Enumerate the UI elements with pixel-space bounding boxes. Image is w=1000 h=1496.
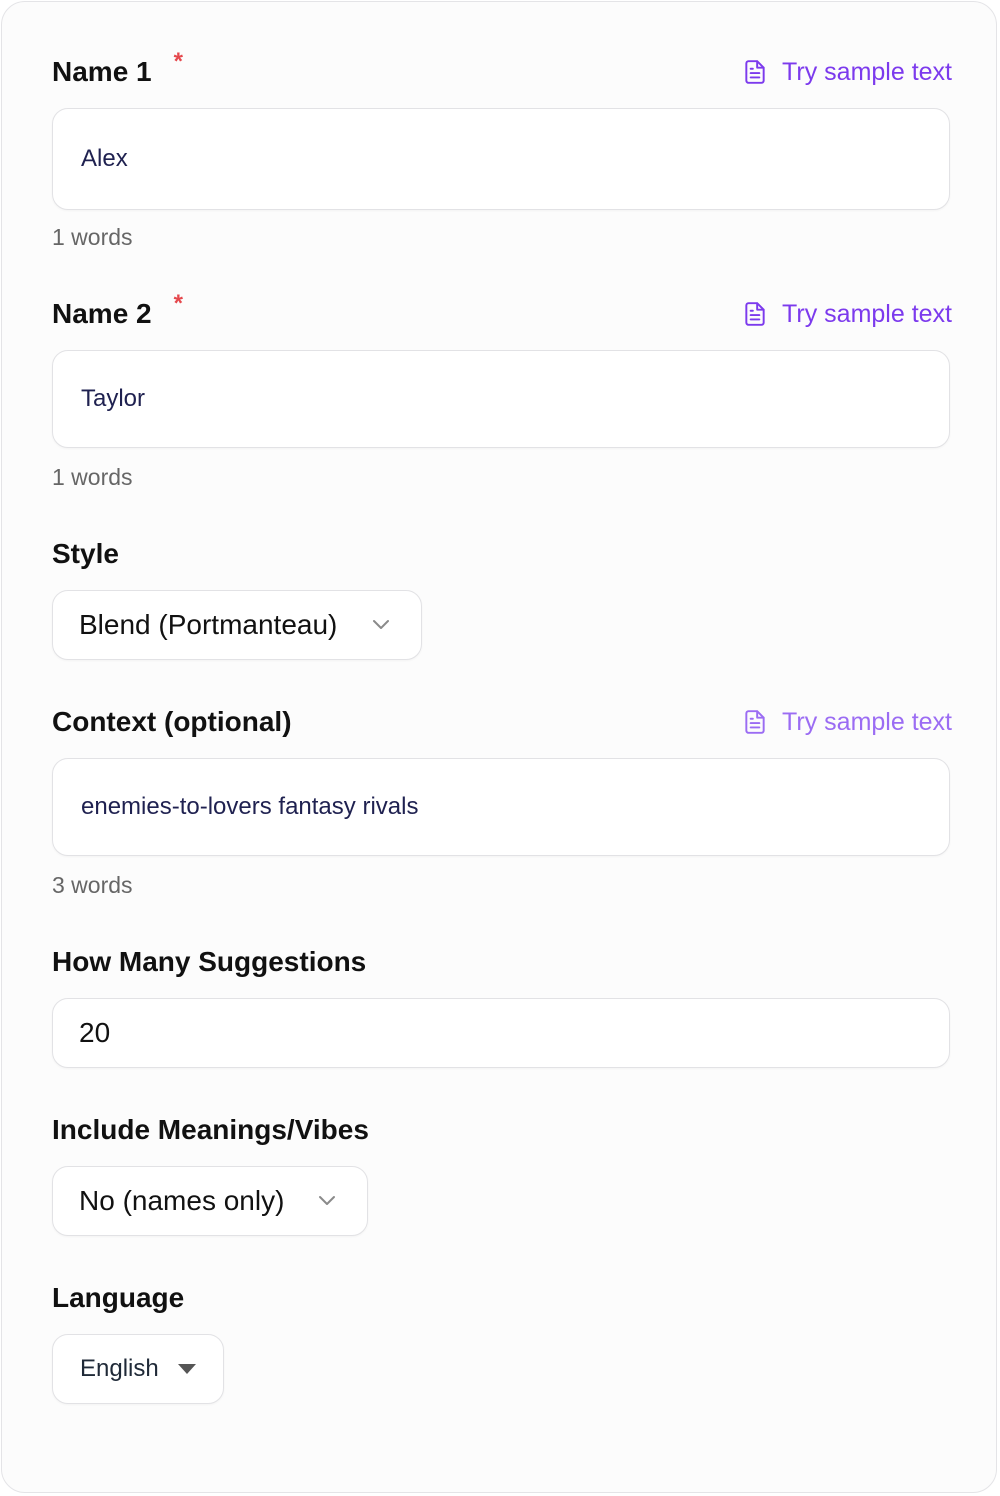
- context-label: Context (optional): [52, 706, 292, 737]
- name1-try-sample-label: Try sample text: [782, 57, 952, 86]
- suggestions-label: How Many Suggestions: [52, 946, 367, 977]
- name2-input-value: Taylor: [81, 385, 146, 412]
- caret-down-icon: [178, 1364, 196, 1374]
- name2-label: Name 2: [52, 298, 152, 329]
- name1-label-wrap: Name 1 *: [52, 48, 183, 88]
- document-icon: [745, 302, 765, 326]
- language-select[interactable]: English: [52, 1334, 224, 1404]
- name1-label-row: Name 1 * Try sample text: [52, 48, 952, 92]
- name1-input-value: Alex: [81, 145, 128, 172]
- name2-try-sample-label: Try sample text: [782, 299, 952, 328]
- style-selected-value: Blend (Portmanteau): [79, 609, 338, 640]
- required-asterisk: *: [173, 290, 183, 317]
- name1-try-sample-link[interactable]: Try sample text: [742, 58, 952, 87]
- meanings-label-row: Include Meanings/Vibes: [52, 1110, 952, 1150]
- language-label-row: Language: [52, 1278, 952, 1318]
- context-try-sample-link[interactable]: Try sample text: [742, 708, 952, 737]
- suggestions-number-input[interactable]: 20: [52, 998, 950, 1068]
- context-try-sample-label: Try sample text: [782, 707, 952, 736]
- context-input[interactable]: enemies-to-lovers fantasy rivals: [52, 758, 950, 856]
- name1-input[interactable]: Alex: [52, 108, 950, 210]
- style-label-row: Style: [52, 534, 952, 574]
- suggestions-value: 20: [79, 1017, 111, 1048]
- name2-label-row: Name 2 * Try sample text: [52, 290, 952, 334]
- suggestions-label-row: How Many Suggestions: [52, 942, 952, 982]
- style-select[interactable]: Blend (Portmanteau): [52, 590, 422, 660]
- form-card: Name 1 * Try sample text Alex 1 words Na…: [1, 1, 997, 1493]
- name2-try-sample-link[interactable]: Try sample text: [742, 300, 952, 329]
- document-icon: [745, 710, 765, 734]
- context-input-value: enemies-to-lovers fantasy rivals: [81, 793, 419, 820]
- name1-word-count: 1 words: [52, 224, 133, 250]
- name1-label: Name 1: [52, 56, 152, 87]
- chevron-down-icon: [319, 1196, 335, 1205]
- meanings-select[interactable]: No (names only): [52, 1166, 368, 1236]
- context-word-count: 3 words: [52, 872, 133, 898]
- name2-input[interactable]: Taylor: [52, 350, 950, 448]
- chevron-down-icon: [373, 620, 389, 629]
- meanings-label: Include Meanings/Vibes: [52, 1114, 369, 1145]
- name2-word-count: 1 words: [52, 464, 133, 490]
- name2-label-wrap: Name 2 *: [52, 290, 183, 330]
- style-label: Style: [52, 538, 119, 569]
- document-icon: [745, 60, 765, 84]
- required-asterisk: *: [173, 48, 183, 75]
- context-label-row: Context (optional) Try sample text: [52, 702, 952, 742]
- language-selected-value: English: [80, 1355, 159, 1382]
- language-label: Language: [52, 1282, 185, 1313]
- meanings-selected-value: No (names only): [79, 1185, 285, 1216]
